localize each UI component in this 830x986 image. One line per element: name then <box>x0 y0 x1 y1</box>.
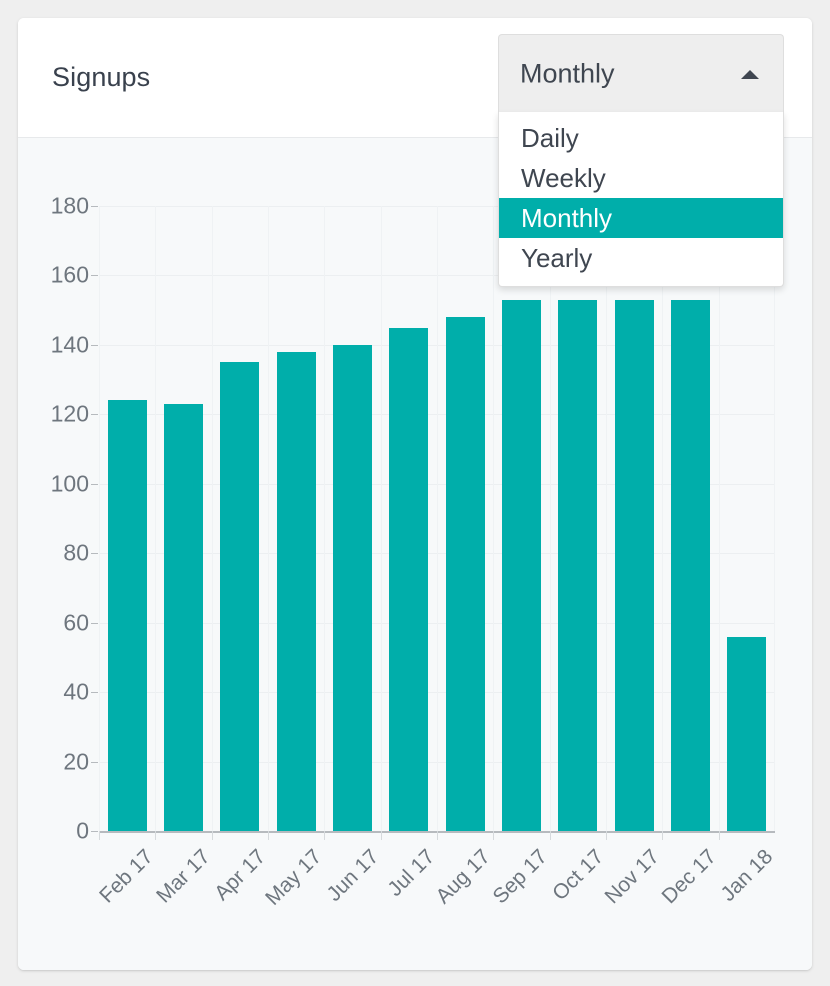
y-axis-tick-label: 0 <box>76 817 89 844</box>
bar[interactable] <box>502 299 541 831</box>
x-axis-tick-label: Nov 17 <box>600 845 664 909</box>
page-title: Signups <box>52 62 151 92</box>
bar[interactable] <box>276 351 316 831</box>
gridline-x <box>493 206 494 831</box>
gridline-x <box>606 206 607 831</box>
gridline-x <box>550 206 551 831</box>
y-axis-tick-mark <box>91 344 98 346</box>
x-axis-tick-mark <box>324 831 325 840</box>
y-axis-tick-label: 120 <box>50 400 89 427</box>
gridline-x <box>268 206 269 831</box>
bar[interactable] <box>727 636 767 831</box>
y-axis-tick-label: 100 <box>50 470 89 497</box>
bar[interactable] <box>333 344 372 831</box>
gridline-x <box>212 206 213 831</box>
y-axis-tick-label: 60 <box>63 609 89 636</box>
y-axis-tick-mark <box>91 553 98 555</box>
gridline-x <box>99 206 100 831</box>
y-axis-tick-mark <box>91 622 98 624</box>
x-axis-tick-mark <box>437 831 438 840</box>
gridline-x <box>155 206 156 831</box>
bar-chart-plot: 0 20 40 60 80 100 120 140 160 180 Feb 17 Mar 17 Apr … <box>51 193 778 910</box>
y-axis-tick-label: 40 <box>63 678 89 705</box>
x-axis-tick-mark <box>381 831 382 840</box>
period-option-weekly[interactable]: Weekly <box>499 158 783 198</box>
bar[interactable] <box>220 362 260 831</box>
bar[interactable] <box>671 299 710 831</box>
y-axis-tick-label: 160 <box>50 261 89 288</box>
period-option-monthly[interactable]: Monthly <box>499 198 783 238</box>
y-axis-tick-label: 140 <box>50 331 89 358</box>
x-axis-tick-mark <box>719 831 720 840</box>
x-axis-tick-label: May 17 <box>261 845 327 910</box>
caret-up-icon <box>741 69 759 79</box>
y-axis-tick-mark <box>91 692 98 694</box>
y-axis-tick-mark <box>91 414 98 416</box>
period-option-yearly[interactable]: Yearly <box>499 238 783 278</box>
x-axis-tick-mark <box>606 831 607 840</box>
y-axis-tick-mark <box>91 831 98 832</box>
x-axis-tick-mark <box>493 831 494 840</box>
x-axis-tick-label: Sep 17 <box>487 845 552 909</box>
gridline-x <box>324 206 325 831</box>
y-axis-tick-label: 80 <box>63 539 89 566</box>
bar[interactable] <box>389 327 429 831</box>
x-axis-tick-mark <box>550 831 551 840</box>
x-axis-tick-mark <box>268 831 269 840</box>
x-axis-tick-label: Feb 17 <box>95 845 158 908</box>
x-axis-tick-mark <box>212 831 213 840</box>
x-axis-tick-label: Mar 17 <box>151 845 215 908</box>
period-selector: Monthly Daily Weekly Monthly Yearly <box>498 34 784 287</box>
period-selector-menu: Daily Weekly Monthly Yearly <box>498 112 784 287</box>
bar[interactable] <box>164 403 203 831</box>
gridline-x <box>774 206 775 831</box>
y-axis-tick-label: 180 <box>50 192 89 219</box>
bar[interactable] <box>558 299 598 831</box>
y-axis-tick-mark <box>91 275 98 277</box>
bar[interactable] <box>107 400 147 831</box>
x-axis-tick-mark <box>662 831 663 840</box>
y-axis-tick-mark <box>91 206 98 207</box>
x-axis-tick-label: Aug 17 <box>431 845 495 909</box>
x-axis-tick-mark <box>99 831 100 840</box>
x-axis-tick-label: Oct 17 <box>547 845 608 906</box>
y-axis-tick-mark <box>91 761 98 763</box>
y-axis-tick-label: 20 <box>63 748 89 775</box>
x-axis-tick-label: Dec 17 <box>656 845 721 909</box>
gridline-x <box>662 206 663 831</box>
gridline-x <box>719 206 720 831</box>
x-axis-tick-mark <box>155 831 156 840</box>
gridline-x <box>437 206 438 831</box>
bar[interactable] <box>445 317 485 831</box>
signups-card: Signups 0 20 40 60 80 100 120 140 160 180 Feb 17 Ma… <box>18 18 812 970</box>
period-selector-button[interactable]: Monthly <box>498 34 784 112</box>
gridline-x <box>381 206 382 831</box>
x-axis-tick-label: Jun 17 <box>321 845 383 906</box>
period-selector-value: Monthly <box>520 58 615 88</box>
x-axis-tick-label: Apr 17 <box>209 845 270 906</box>
x-axis-tick-label: Jan 18 <box>716 845 778 906</box>
y-axis-tick-mark <box>91 483 98 485</box>
period-option-daily[interactable]: Daily <box>499 118 783 158</box>
bar[interactable] <box>614 299 654 831</box>
x-axis-tick-label: Jul 17 <box>383 845 440 901</box>
